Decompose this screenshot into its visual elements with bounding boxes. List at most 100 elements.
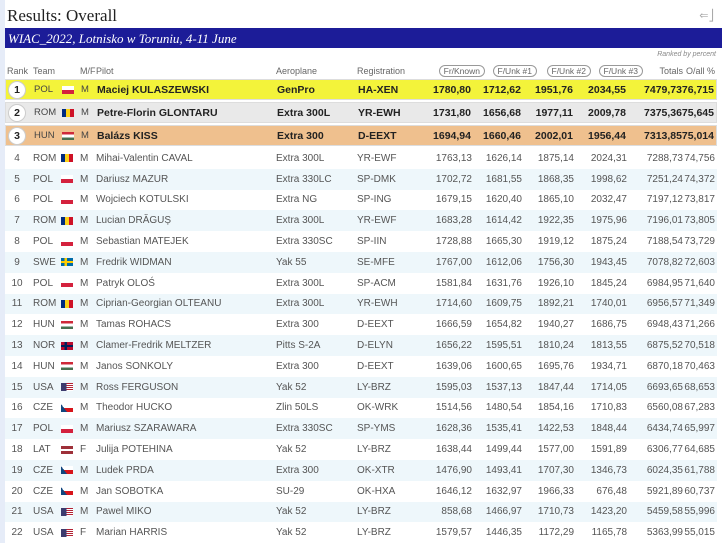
cell-mf: M [80,277,89,289]
table-row[interactable]: 20 CZE M Jan SOBOTKA SU-29 OK-HXA 1646,12 1632,… [5,480,717,502]
cell-n2: 1654,82 [485,319,522,331]
col-funk3-button[interactable]: F/Unk #3 [598,65,643,77]
cell-n3: 1695,76 [537,360,574,372]
cell-n3: 1919,12 [537,236,574,248]
cell-tot: 6024,35 [646,464,683,476]
cell-aero: Extra 300L [277,106,331,119]
table-row[interactable]: 2 ROM M Petre-Florin GLONTARU Extra 300L YR-E… [5,102,717,123]
col-funk1-button[interactable]: F/Unk #1 [492,65,537,77]
cell-n1: 1628,36 [435,423,472,435]
cell-team: CZE [33,464,53,476]
cell-n2: 1609,75 [485,298,522,310]
col-fr-known-button[interactable]: Fr/Known [438,65,485,77]
table-row[interactable]: 15 USA M Ross FERGUSON Yak 52 LY-BRZ 1595,03 15… [5,376,717,398]
cell-tot: 7078,82 [646,256,683,268]
table-row[interactable]: 19 CZE M Ludek PRDA Extra 300 OK-XTR 1476,90 14… [5,460,717,481]
table-row[interactable]: 3 HUN M Balázs KISS Extra 300 D-EEXT 1694,94 16… [5,125,717,146]
cell-n3: 1926,10 [537,277,574,289]
cell-n3: 1810,24 [537,340,574,352]
cell-team: POL [33,194,54,206]
table-row[interactable]: 14 HUN M Janos SONKOLY Extra 300 D-EEXT 1639,0… [5,356,717,377]
cell-rank: 5 [14,173,20,185]
cell-n2: 1480,54 [485,402,522,414]
cell-pct: 70,518 [684,340,715,352]
table-row[interactable]: 8 POL M Sebastian MATEJEK Extra 330SC SP-IIN 1… [5,231,717,252]
cell-n1: 1581,84 [435,277,472,289]
cell-aero: Extra 300L [276,277,325,289]
cell-pct: 70,463 [684,360,715,372]
table-row[interactable]: 11 ROM M Ciprian-Georgian OLTEANU Extra 300L… [5,293,717,315]
flag-usa-icon [61,383,73,392]
cell-rank: 4 [14,152,20,164]
flag-pol-icon [61,424,73,433]
cell-aero: Pitts S-2A [276,340,321,352]
cell-mf: M [80,360,89,372]
cell-pilot: Maciej KULASZEWSKI [97,83,210,96]
cell-n3: 1422,53 [537,423,574,435]
cell-n4: 1975,96 [590,215,627,227]
table-row[interactable]: 1 POL M Maciej KULASZEWSKI GenPro HA-XEN 1780,… [5,79,717,100]
table-row[interactable]: 6 POL M Wojciech KOTULSKI Extra NG SP-ING 1679… [5,189,717,211]
table-row[interactable]: 12 HUN M Tamas ROHACS Extra 300 D-EEXT 1666,59… [5,314,717,336]
cell-pct: 71,266 [684,319,715,331]
table-row[interactable]: 17 POL M Mariusz SZARAWARA Extra 330SC SP-YMS… [5,418,717,440]
cell-aero: Yak 55 [276,256,307,268]
cell-reg: OK-WRK [357,402,399,414]
cell-rank: 11 [11,298,23,310]
cell-n1: 1679,15 [435,194,472,206]
table-row[interactable]: 9 SWE M Fredrik WIDMAN Yak 55 SE-MFE 1767,00 16… [5,252,717,273]
cell-team: USA [33,506,54,518]
table-row[interactable]: 21 USA M Pawel MIKO Yak 52 LY-BRZ 858,68 1466,9… [5,501,717,523]
cell-n2: 1712,62 [483,83,521,96]
cell-aero: Extra 300 [276,319,319,331]
cell-n2: 1466,97 [485,506,522,518]
cell-rank: 10 [11,277,23,289]
exit-icon[interactable]: ⇐⎦ [699,9,714,22]
cell-pilot: Mihai-Valentin CAVAL [96,152,193,164]
cell-pilot: Mariusz SZARAWARA [96,423,197,435]
cell-n3: 1172,29 [538,527,574,539]
cell-team: NOR [33,340,56,352]
cell-mf: M [80,506,89,518]
cell-tot: 6948,43 [646,319,683,331]
table-row[interactable]: 18 LAT F Julija POTEHINA Yak 52 LY-BRZ 1638,44… [5,439,717,460]
flag-pol-icon [61,195,73,204]
cell-rank: 6 [14,194,20,206]
table-row[interactable]: 13 NOR M Clamer-Fredrik MELTZER Pitts S-2A D-… [5,335,717,356]
cell-aero: Extra 300L [276,298,325,310]
table-row[interactable]: 10 POL M Patryk OLOŚ Extra 300L SP-ACM 1581,84… [5,272,717,294]
col-funk2-button[interactable]: F/Unk #2 [546,65,591,77]
cell-pilot: Jan SOBOTKA [96,485,164,497]
flag-pol-icon [62,85,74,94]
flag-lat-icon [61,445,73,454]
col-totals: Totals [659,66,683,76]
col-rank: Rank [7,66,29,76]
cell-n3: 1707,30 [537,464,574,476]
flag-usa-icon [61,507,73,516]
table-row[interactable]: 4 ROM M Mihai-Valentin CAVAL Extra 300L YR-EW… [5,148,717,169]
cell-pct: 71,640 [684,277,715,289]
cell-rank: 18 [11,444,23,456]
cell-pct: 67,283 [684,402,715,414]
cell-n3: 1966,33 [537,485,574,497]
table-row[interactable]: 5 POL M Dariusz MAZUR Extra 330LC SP-DMK 1702,… [5,168,717,190]
cell-aero: Extra 330SC [276,423,333,435]
flag-pol-icon [61,279,73,288]
cell-mf: F [80,527,87,539]
cell-n4: 2009,78 [588,106,626,119]
cell-team: ROM [33,152,57,164]
cell-rank: 7 [14,215,20,227]
cell-team: POL [33,277,54,289]
cell-n2: 1660,46 [483,129,521,142]
cell-n1: 1780,80 [433,83,471,96]
col-registration: Registration [357,66,406,76]
table-row[interactable]: 22 USA F Marian HARRIS Yak 52 LY-BRZ 1579,57 14… [5,522,717,543]
cell-n1: 1683,28 [435,215,472,227]
cell-n4: 1956,44 [588,129,626,142]
table-row[interactable]: 7 ROM M Lucian DRĂGUȘ Extra 300L YR-EWF 1683,2… [5,210,717,232]
cell-reg: D-EEXT [357,360,394,372]
table-row[interactable]: 16 CZE M Theodor HUCKO Zlin 50LS OK-WRK 1514,5… [5,397,717,419]
cell-aero: SU-29 [276,485,305,497]
cell-n2: 1612,06 [485,256,522,268]
cell-n1: 1514,56 [435,402,472,414]
